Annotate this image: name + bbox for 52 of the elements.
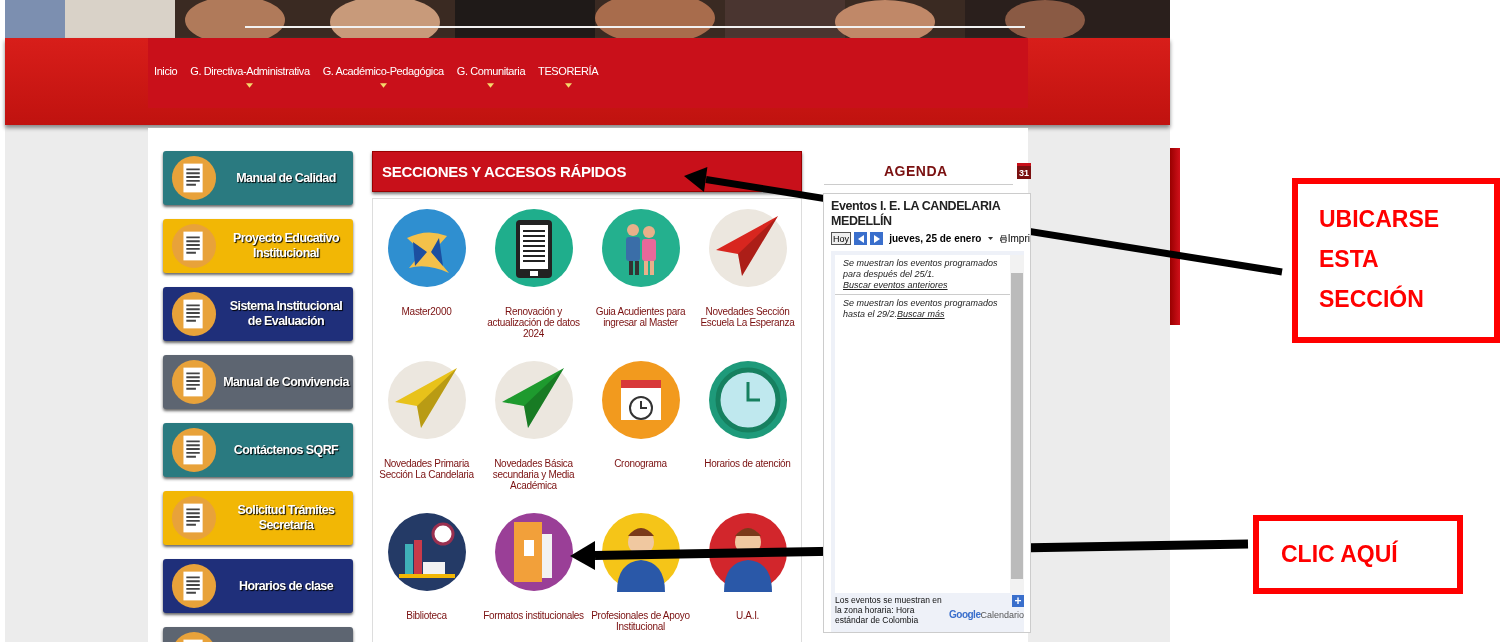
tile-link[interactable]: Novedades Básica secundaria y Media Académica xyxy=(480,357,587,509)
document-icon xyxy=(171,223,217,269)
dropdown-icon[interactable] xyxy=(988,236,994,241)
tile-link[interactable]: Guia Acudientes para ingresar al Master xyxy=(587,205,694,357)
previous-button[interactable] xyxy=(854,232,868,245)
section-header: SECCIONES Y ACCESOS RÁPIDOS xyxy=(372,151,802,192)
notice-link[interactable]: Buscar más xyxy=(897,309,945,319)
callout-box: CLIC AQUÍ xyxy=(1253,515,1463,594)
brand-product: Calendario xyxy=(980,610,1024,620)
tile-link[interactable]: Formatos institucionales xyxy=(480,509,587,642)
document-icon xyxy=(171,359,217,405)
tile-link[interactable]: Profesionales de Apoyo Institucional xyxy=(587,509,694,642)
print-link[interactable]: Impri xyxy=(1007,233,1030,244)
document-icon xyxy=(171,291,217,337)
date-label: jueves, 25 de enero xyxy=(889,233,982,244)
caret-right-icon xyxy=(873,234,880,243)
timezone-note: Los eventos se muestran en la zona horaria: Hora estándar de Colombia xyxy=(835,595,943,627)
nav-link[interactable]: G. Directiva-Administrativa xyxy=(190,65,310,88)
nav-link[interactable]: G. Académico-Pedagógica xyxy=(322,65,444,88)
printer-icon[interactable] xyxy=(999,233,1007,244)
notice-link[interactable]: Buscar eventos anteriores xyxy=(843,280,948,290)
tile-link[interactable]: Cronograma xyxy=(587,357,694,509)
today-button[interactable]: Hoy xyxy=(831,232,851,245)
nav-link[interactable]: TESORERÍA xyxy=(538,65,599,88)
nav-link[interactable]: Inicio xyxy=(154,65,178,77)
add-button[interactable]: + xyxy=(1012,595,1024,607)
document-icon xyxy=(171,155,217,201)
caret-left-icon xyxy=(857,234,864,243)
notice-text: Se muestran los eventos programados hasta el 29/2.Buscar más xyxy=(842,297,999,321)
sidebar-button[interactable]: Sistema Institucional de Evaluación xyxy=(163,287,353,341)
tile-link[interactable]: U.A.I. xyxy=(694,509,801,642)
document-icon xyxy=(171,495,217,541)
tile-link[interactable]: Novedades Primaria Sección La Candelaria xyxy=(373,357,480,509)
tile-link[interactable]: Biblioteca xyxy=(373,509,480,642)
brand-logo[interactable]: Google xyxy=(949,609,981,620)
agenda-title: AGENDA xyxy=(884,163,948,179)
nav-link[interactable]: G. Comunitaria xyxy=(456,65,526,88)
sidebar-button[interactable]: Manual de Calidad xyxy=(163,151,353,205)
tile-link[interactable]: Renovación y actualización de datos 2024 xyxy=(480,205,587,357)
scrollbar[interactable] xyxy=(1010,255,1024,593)
callout-box: UBICARSE ESTA SECCIÓN xyxy=(1292,178,1500,343)
tile-link[interactable]: Novedades Sección Escuela La Esperanza xyxy=(694,205,801,357)
sidebar-button[interactable]: Contáctenos SQRF xyxy=(163,423,353,477)
next-button[interactable] xyxy=(870,232,884,245)
sidebar-button[interactable]: Horarios de clase xyxy=(163,559,353,613)
document-icon xyxy=(171,563,217,609)
document-icon xyxy=(171,427,217,473)
calendar-icon: 31 xyxy=(1017,163,1031,179)
tile-link[interactable]: Master2000 xyxy=(373,205,480,357)
sidebar-button[interactable]: Manual de Convivencia xyxy=(163,355,353,409)
calendar-title: Eventos I. E. LA CANDELARIA MEDELLÍN xyxy=(831,199,1002,229)
tile-link[interactable]: Horarios de atención xyxy=(694,357,801,509)
